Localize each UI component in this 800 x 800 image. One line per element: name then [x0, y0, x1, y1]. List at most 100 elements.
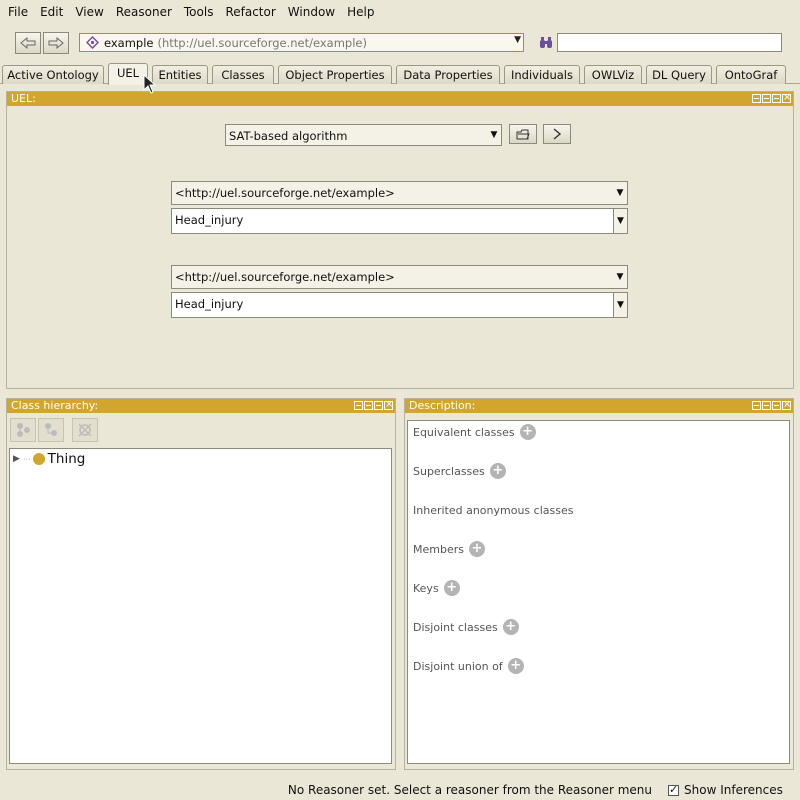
tree-node-label: Thing — [47, 451, 86, 467]
chevron-down-icon: ▼ — [616, 188, 624, 198]
add-subclass-button[interactable] — [10, 418, 36, 442]
tab-dl-query[interactable]: DL Query — [646, 65, 712, 84]
menu-view[interactable]: View — [69, 0, 109, 24]
add-sibling-button[interactable] — [38, 418, 64, 442]
desc-disjoint-classes: Disjoint classes + — [413, 619, 519, 635]
menu-reasoner[interactable]: Reasoner — [110, 0, 178, 24]
minimize-icon[interactable] — [762, 94, 771, 103]
uel-view-title: UEL: — [11, 92, 36, 105]
menu-help[interactable]: Help — [341, 0, 380, 24]
menu-edit[interactable]: Edit — [34, 0, 69, 24]
class-tree[interactable]: ▶ ··· Thing — [9, 448, 392, 764]
close-icon[interactable] — [782, 398, 791, 412]
add-icon[interactable]: + — [519, 424, 536, 440]
maximize-icon[interactable] — [374, 401, 383, 410]
desc-label: Keys — [413, 581, 439, 595]
add-subclass-icon — [17, 423, 30, 437]
menu-file[interactable]: File — [2, 0, 34, 24]
tab-owlviz[interactable]: OWLViz — [584, 65, 642, 84]
forward-arrow-icon — [48, 37, 64, 49]
ontology-select-1[interactable]: <http://uel.sourceforge.net/example> ▼ — [171, 181, 628, 205]
view-controls — [354, 398, 393, 412]
class-select-1[interactable]: Head_injury ▼ — [171, 208, 628, 234]
menu-window[interactable]: Window — [282, 0, 341, 24]
desc-members: Members + — [413, 541, 485, 557]
tab-classes[interactable]: Classes — [212, 65, 274, 84]
mouse-cursor-icon — [143, 74, 157, 94]
split-icon[interactable] — [752, 94, 761, 103]
ontology-name: example — [104, 35, 154, 50]
tab-entities[interactable]: Entities — [152, 65, 208, 84]
class-select-2[interactable]: Head_injury ▼ — [171, 292, 628, 318]
ontology-icon — [86, 36, 99, 49]
next-button[interactable] — [543, 124, 571, 144]
tab-ontograf[interactable]: OntoGraf — [716, 65, 786, 84]
add-icon[interactable]: + — [468, 541, 485, 557]
tree-dots: ··· — [23, 454, 31, 464]
split-icon[interactable] — [354, 401, 363, 410]
show-inferences-toggle[interactable]: Show Inferences — [668, 783, 783, 797]
show-inferences-label: Show Inferences — [684, 783, 783, 797]
tab-individuals[interactable]: Individuals — [504, 65, 580, 84]
desc-superclasses: Superclasses + — [413, 463, 506, 479]
class-icon — [32, 453, 45, 465]
active-ontology-selector[interactable]: example (http://uel.sourceforge.net/exam… — [79, 33, 524, 52]
ontology-select-2[interactable]: <http://uel.sourceforge.net/example> ▼ — [171, 265, 628, 289]
chevron-down-icon: ▼ — [616, 272, 624, 282]
description-title: Description: — [409, 399, 476, 412]
forward-button[interactable] — [43, 32, 69, 54]
tab-uel[interactable]: UEL — [108, 63, 148, 85]
menu-tools[interactable]: Tools — [178, 0, 220, 24]
tree-node-thing[interactable]: ▶ ··· Thing — [13, 451, 85, 467]
add-icon[interactable]: + — [443, 580, 460, 596]
maximize-icon[interactable] — [772, 401, 781, 410]
reasoner-status: No Reasoner set. Select a reasoner from … — [287, 783, 652, 797]
chevron-down-icon: ▼ — [514, 35, 521, 45]
tab-data-properties[interactable]: Data Properties — [396, 65, 500, 84]
desc-label: Equivalent classes — [413, 425, 515, 439]
chevron-down-icon: ▼ — [613, 209, 627, 233]
add-icon[interactable]: + — [507, 658, 524, 674]
add-sibling-icon — [45, 423, 57, 436]
add-icon[interactable]: + — [489, 463, 506, 479]
close-icon[interactable] — [384, 398, 393, 412]
desc-label: Disjoint union of — [413, 659, 503, 673]
desc-inherited-anonymous: Inherited anonymous classes — [413, 502, 573, 518]
minimize-icon[interactable] — [364, 401, 373, 410]
toolbar: example (http://uel.sourceforge.net/exam… — [0, 28, 800, 60]
algorithm-value: SAT-based algorithm — [229, 129, 348, 143]
algorithm-select[interactable]: SAT-based algorithm ▼ — [225, 124, 502, 146]
tab-active-ontology[interactable]: Active Ontology — [2, 65, 104, 84]
open-file-button[interactable] — [509, 124, 537, 144]
minimize-icon[interactable] — [762, 401, 771, 410]
menu-bar: File Edit View Reasoner Tools Refactor W… — [0, 0, 800, 24]
split-icon[interactable] — [752, 401, 761, 410]
show-inferences-checkbox[interactable] — [668, 783, 679, 796]
close-icon[interactable] — [782, 91, 791, 105]
expand-arrow-icon[interactable]: ▶ — [13, 454, 23, 464]
search-input[interactable] — [557, 33, 782, 52]
uel-view-header: UEL: — [7, 91, 793, 106]
delete-class-button[interactable] — [72, 418, 98, 442]
back-arrow-icon — [20, 37, 36, 49]
back-button[interactable] — [15, 32, 41, 54]
tab-bar: Active Ontology UEL Entities Classes Obj… — [0, 63, 800, 85]
menu-refactor[interactable]: Refactor — [219, 0, 281, 24]
binoculars-icon — [540, 37, 552, 48]
class-select-1-value: Head_injury — [175, 213, 244, 227]
folder-icon — [516, 129, 530, 139]
class-hierarchy-title: Class hierarchy: — [11, 399, 99, 412]
uel-view: UEL: SAT-based algorithm ▼ <http://uel.s… — [6, 91, 794, 389]
description-header: Description: — [405, 398, 793, 413]
desc-disjoint-union: Disjoint union of + — [413, 658, 524, 674]
chevron-down-icon: ▼ — [613, 293, 627, 317]
description-list: Equivalent classes + Superclasses + Inhe… — [407, 420, 790, 764]
view-controls — [752, 91, 791, 105]
desc-label: Inherited anonymous classes — [413, 503, 574, 517]
chevron-down-icon: ▼ — [490, 130, 498, 140]
desc-equivalent-classes: Equivalent classes + — [413, 424, 536, 440]
tab-object-properties[interactable]: Object Properties — [278, 65, 392, 84]
view-controls — [752, 398, 791, 412]
maximize-icon[interactable] — [772, 94, 781, 103]
add-icon[interactable]: + — [502, 619, 519, 635]
